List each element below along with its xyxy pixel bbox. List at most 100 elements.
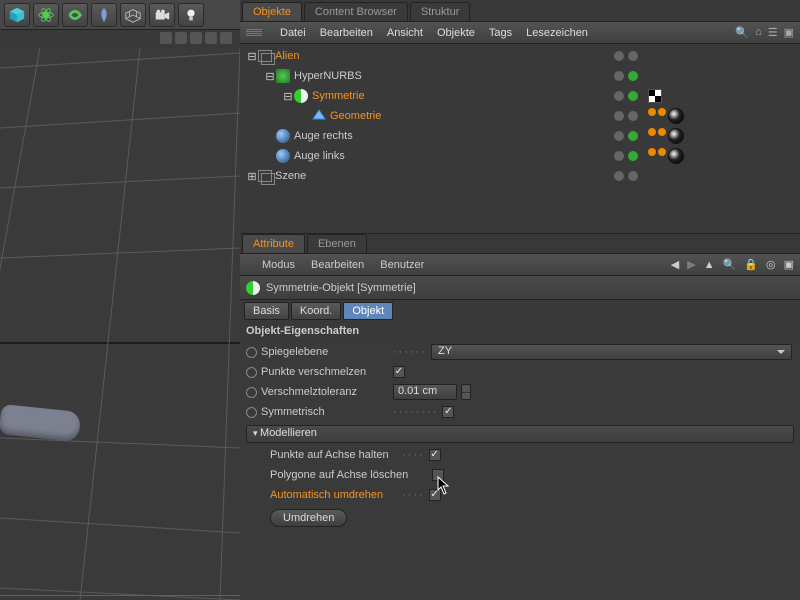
render-dot-icon[interactable] <box>628 151 638 161</box>
tool-knot-button[interactable] <box>62 3 88 27</box>
render-dot-icon[interactable] <box>628 171 638 181</box>
menu-tags[interactable]: Tags <box>489 27 512 39</box>
tolerance-spinner[interactable] <box>461 384 471 400</box>
visibility-dot-icon[interactable] <box>614 111 624 121</box>
tab-struktur[interactable]: Struktur <box>410 2 471 21</box>
visibility-dot-icon[interactable] <box>614 151 624 161</box>
menu-benutzer[interactable]: Benutzer <box>380 259 424 271</box>
material-tag-icon[interactable] <box>668 108 684 124</box>
anim-dot-icon[interactable] <box>246 387 257 398</box>
mode-icon[interactable] <box>160 32 172 44</box>
group-modellieren[interactable]: Modellieren <box>246 425 794 443</box>
tool-light-button[interactable] <box>178 3 204 27</box>
list-icon[interactable]: ☰ <box>768 26 778 39</box>
menu-objekte[interactable]: Objekte <box>437 27 475 39</box>
tool-camera-button[interactable] <box>149 3 175 27</box>
object-name[interactable]: Symmetrie <box>312 90 365 102</box>
autoflip-checkbox[interactable] <box>429 489 441 501</box>
expander-icon[interactable]: ⊟ <box>264 70 276 83</box>
object-name[interactable]: Auge links <box>294 150 345 162</box>
render-dot-icon[interactable] <box>628 71 638 81</box>
mirror-plane-dropdown[interactable]: ZY <box>431 344 792 360</box>
menu-lesezeichen[interactable]: Lesezeichen <box>526 27 588 39</box>
tag-dot-icon[interactable] <box>648 148 656 156</box>
material-tag-icon[interactable] <box>668 128 684 144</box>
lock-icon[interactable]: 🔒 <box>744 258 758 271</box>
search-icon[interactable]: 🔍 <box>735 26 749 39</box>
new-icon[interactable]: ◎ <box>766 258 776 271</box>
menu-bearbeiten[interactable]: Bearbeiten <box>311 259 364 271</box>
tab-ebenen[interactable]: Ebenen <box>307 234 367 253</box>
prop-symmetrisch: Symmetrisch ········ <box>240 402 800 422</box>
expander-icon[interactable]: ⊞ <box>246 170 258 183</box>
tab-content-browser[interactable]: Content Browser <box>304 2 408 21</box>
object-name[interactable]: Szene <box>275 170 306 182</box>
grip-icon[interactable] <box>246 26 262 40</box>
hierarchy-row[interactable]: ⊟ Alien <box>240 46 800 66</box>
subtab-koord[interactable]: Koord. <box>291 302 341 320</box>
tool-cube-button[interactable] <box>4 3 30 27</box>
mode-icon[interactable] <box>190 32 202 44</box>
visibility-dot-icon[interactable] <box>614 131 624 141</box>
visibility-dot-icon[interactable] <box>614 171 624 181</box>
tab-objekte[interactable]: Objekte <box>242 2 302 21</box>
render-dot-icon[interactable] <box>628 51 638 61</box>
tab-attribute[interactable]: Attribute <box>242 234 305 253</box>
render-dot-icon[interactable] <box>628 91 638 101</box>
home-icon[interactable]: ⌂ <box>755 26 762 39</box>
umdrehen-button[interactable]: Umdrehen <box>270 509 347 527</box>
hierarchy-row[interactable]: Auge links <box>240 146 800 166</box>
tag-dot-icon[interactable] <box>658 148 666 156</box>
hierarchy-row[interactable]: Auge rechts <box>240 126 800 146</box>
mode-icon[interactable] <box>205 32 217 44</box>
tag-dot-icon[interactable] <box>658 128 666 136</box>
menu-modus[interactable]: Modus <box>262 259 295 271</box>
checker-tag-icon[interactable] <box>648 89 662 103</box>
visibility-dot-icon[interactable] <box>614 91 624 101</box>
nav-fwd-icon[interactable]: ▶ <box>687 258 695 271</box>
subtab-basis[interactable]: Basis <box>244 302 289 320</box>
viewport[interactable] <box>0 48 240 600</box>
maximize-icon[interactable]: ▣ <box>784 258 794 271</box>
visibility-dot-icon[interactable] <box>614 51 624 61</box>
object-name[interactable]: Auge rechts <box>294 130 353 142</box>
tool-grid-button[interactable] <box>120 3 146 27</box>
hierarchy-row[interactable]: ⊞ Szene <box>240 166 800 186</box>
maximize-icon[interactable]: ▣ <box>784 26 794 39</box>
tag-dot-icon[interactable] <box>648 108 656 116</box>
menu-datei[interactable]: Datei <box>280 27 306 39</box>
mode-icon[interactable] <box>175 32 187 44</box>
delete-polys-checkbox[interactable] <box>432 469 444 481</box>
menu-bearbeiten[interactable]: Bearbeiten <box>320 27 373 39</box>
hierarchy-row[interactable]: Geometrie <box>240 106 800 126</box>
tag-dot-icon[interactable] <box>658 108 666 116</box>
object-hierarchy[interactable]: ⊟Alien⊟HyperNURBS⊟SymmetrieGeometrieAuge… <box>240 44 800 234</box>
tolerance-field[interactable]: 0.01 cm <box>393 384 457 400</box>
object-name[interactable]: Alien <box>275 50 299 62</box>
subtab-objekt[interactable]: Objekt <box>343 302 393 320</box>
search-icon[interactable]: 🔍 <box>723 258 737 271</box>
axis-points-checkbox[interactable] <box>429 449 441 461</box>
symmetric-checkbox[interactable] <box>442 406 454 418</box>
menu-ansicht[interactable]: Ansicht <box>387 27 423 39</box>
object-name[interactable]: HyperNURBS <box>294 70 362 82</box>
anim-dot-icon[interactable] <box>246 347 257 358</box>
render-dot-icon[interactable] <box>628 111 638 121</box>
visibility-dot-icon[interactable] <box>614 71 624 81</box>
anim-dot-icon[interactable] <box>246 367 257 378</box>
tag-dot-icon[interactable] <box>648 128 656 136</box>
render-dot-icon[interactable] <box>628 131 638 141</box>
hierarchy-row[interactable]: ⊟ Symmetrie <box>240 86 800 106</box>
expander-icon[interactable]: ⊟ <box>282 90 294 103</box>
object-name[interactable]: Geometrie <box>330 110 381 122</box>
hierarchy-row[interactable]: ⊟ HyperNURBS <box>240 66 800 86</box>
material-tag-icon[interactable] <box>668 148 684 164</box>
anim-dot-icon[interactable] <box>246 407 257 418</box>
tool-atom-button[interactable] <box>33 3 59 27</box>
nav-back-icon[interactable]: ◀ <box>671 258 679 271</box>
expander-icon[interactable]: ⊟ <box>246 50 258 63</box>
mode-icon[interactable] <box>220 32 232 44</box>
nav-up-icon[interactable]: ▲ <box>704 259 715 271</box>
weld-checkbox[interactable] <box>393 366 405 378</box>
tool-leaf-button[interactable] <box>91 3 117 27</box>
